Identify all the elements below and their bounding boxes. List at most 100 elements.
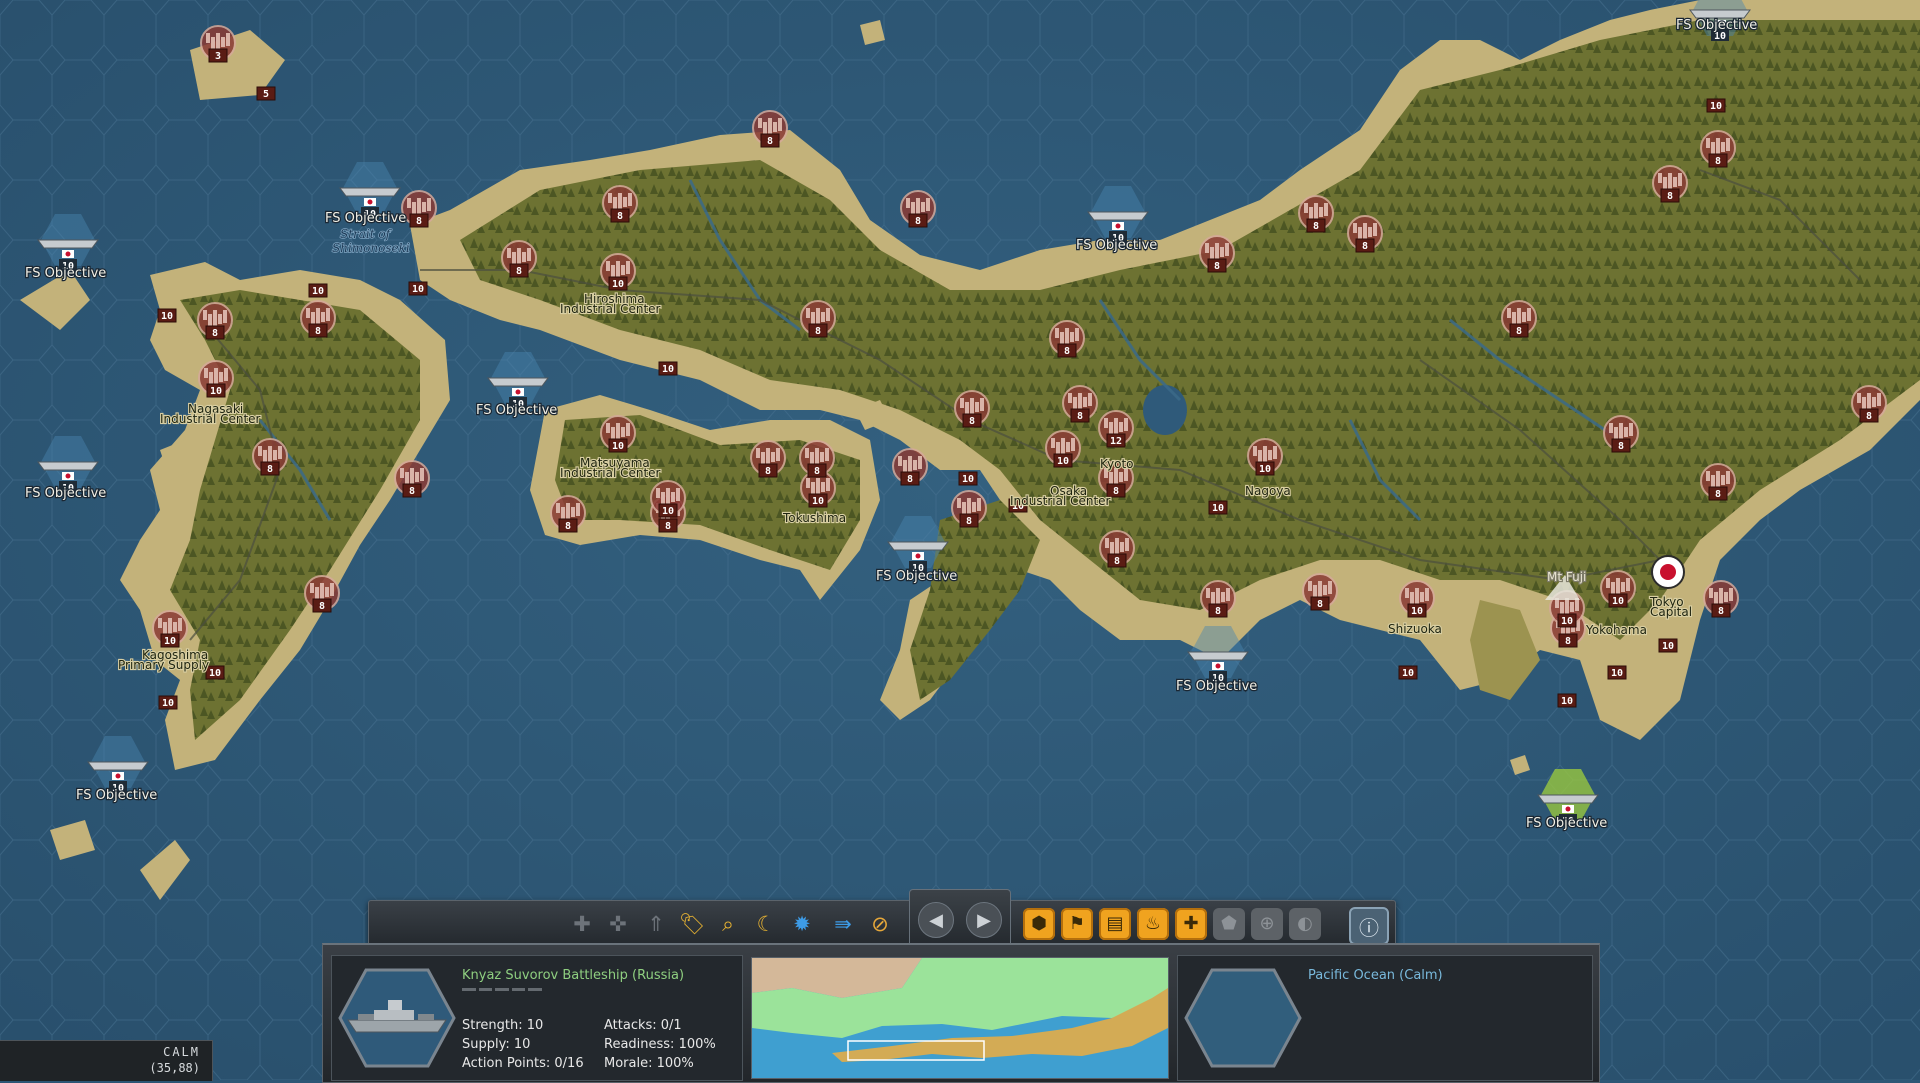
- unit-name: Knyaz Suvorov Battleship (Russia): [462, 968, 685, 983]
- unit-experience-bars: [462, 988, 542, 992]
- strait-label: Strait of: [340, 227, 393, 241]
- search-icon[interactable]: ⌕: [713, 909, 743, 939]
- night-icon[interactable]: ◐: [1289, 908, 1321, 940]
- unit-navigation: ◀ ▶: [909, 889, 1011, 947]
- objective-label: FS Objective: [476, 403, 557, 418]
- harbor-marker[interactable]: 10: [1398, 665, 1418, 680]
- unit-readiness: Readiness: 100%: [604, 1037, 716, 1052]
- unit-strength-label: 8: [516, 266, 522, 277]
- unit-supply: Supply: 10: [462, 1037, 531, 1052]
- info-icon[interactable]: ⓘ: [1349, 907, 1389, 945]
- unit-strength-label: 10: [612, 441, 624, 452]
- unit-strength-label: 8: [966, 516, 972, 527]
- unit-strength-label: 8: [1516, 326, 1522, 337]
- unit-strength-label: 8: [1113, 486, 1119, 497]
- bomb-icon[interactable]: ✹: [787, 909, 817, 939]
- city-label-nagoya: Nagoya: [1245, 484, 1291, 498]
- unit-strength-label: 10: [612, 279, 624, 290]
- previous-unit-icon[interactable]: ◀: [918, 902, 954, 938]
- fortify-icon[interactable]: ⬟: [1213, 908, 1245, 940]
- harbor-marker[interactable]: 10: [1706, 98, 1726, 113]
- objective-label: FS Objective: [1176, 679, 1257, 694]
- unit-details: Knyaz Suvorov Battleship (Russia) Streng…: [331, 955, 743, 1081]
- unit-strength-label: 10: [1612, 596, 1624, 607]
- unit-strength-label: 8: [1064, 346, 1070, 357]
- unit-strength-label: 8: [767, 136, 773, 147]
- unit-strength-label: 8: [1317, 599, 1323, 610]
- unit-strength-label: 10: [1259, 464, 1271, 475]
- city-sublabel-osaka: Industrial Center: [1010, 494, 1111, 508]
- unit-portrait[interactable]: [338, 968, 456, 1068]
- harbor-marker[interactable]: 10: [158, 695, 178, 710]
- city-sublabel-kagoshima: Primary Supply: [118, 658, 209, 672]
- status-box: CALM (35,88): [0, 1040, 213, 1081]
- unit-strength-label: 10: [1402, 668, 1414, 679]
- unit-strength-label: 10: [164, 636, 176, 647]
- tag-icon[interactable]: 🏷: [677, 909, 707, 939]
- harbor-marker[interactable]: 10: [1607, 665, 1627, 680]
- unit-strength-label: 8: [1214, 261, 1220, 272]
- unit-info-panel: Knyaz Suvorov Battleship (Russia) Streng…: [322, 943, 1600, 1083]
- unit-action-points: Action Points: 0/16: [462, 1056, 584, 1071]
- unit-strength-label: 8: [617, 211, 623, 222]
- unit-strength-label: 8: [1215, 606, 1221, 617]
- harbor-marker[interactable]: 10: [958, 471, 978, 486]
- minimap[interactable]: [751, 957, 1169, 1079]
- harbor-marker[interactable]: 10: [308, 283, 328, 298]
- moon-icon[interactable]: ☾: [751, 909, 781, 939]
- repair-icon[interactable]: ⊕: [1251, 908, 1283, 940]
- move-arrows-icon[interactable]: ⇛: [825, 909, 861, 939]
- city-label-shizuoka: Shizuoka: [1388, 622, 1442, 636]
- unit-strength-label: 8: [1718, 606, 1724, 617]
- production-icon[interactable]: ▤: [1099, 908, 1131, 940]
- strait-label-2: Shimonoseki: [332, 241, 410, 255]
- supply-icon[interactable]: ⚑: [1061, 908, 1093, 940]
- unit-strength-label: 8: [814, 466, 820, 477]
- harbor-marker[interactable]: 10: [157, 308, 177, 323]
- capital-roundel-icon[interactable]: [1651, 555, 1685, 589]
- cancel-icon[interactable]: ⊘: [865, 909, 895, 939]
- unit-strength-label: 8: [409, 486, 415, 497]
- unit-strength-label: 8: [1715, 156, 1721, 167]
- harbor-marker[interactable]: 10: [1557, 693, 1577, 708]
- unit-strength-label: 10: [1561, 696, 1573, 707]
- city-sublabel-hiroshima: Industrial Center: [560, 302, 661, 316]
- unit-attacks: Attacks: 0/1: [604, 1018, 682, 1033]
- harbor-marker[interactable]: 10: [658, 361, 678, 376]
- unit-strength-label: 8: [815, 326, 821, 337]
- plus-icon[interactable]: ✚: [567, 909, 597, 939]
- city-sublabel-matsuyama: Industrial Center: [560, 466, 661, 480]
- unit-strength-label: 10: [1057, 456, 1069, 467]
- upgrade-icon[interactable]: ⇑: [641, 909, 671, 939]
- objective-label: FS Objective: [1676, 18, 1757, 33]
- harbor-marker[interactable]: 10: [408, 281, 428, 296]
- unit-strength-label: 8: [969, 416, 975, 427]
- unit-morale: Morale: 100%: [604, 1056, 694, 1071]
- unit-strength-label: 8: [416, 216, 422, 227]
- unit-strength-label: 10: [161, 311, 173, 322]
- unit-strength-label: 10: [209, 668, 221, 679]
- unit-strength-label: 10: [412, 284, 424, 295]
- unit-strength-label: 8: [1667, 191, 1673, 202]
- reinforce-icon[interactable]: ✜: [603, 909, 633, 939]
- harbor-marker[interactable]: 5: [256, 86, 276, 101]
- unit-strength-label: 10: [1710, 101, 1722, 112]
- unit-strength-label: 8: [1715, 489, 1721, 500]
- unit-strength-label: 8: [319, 601, 325, 612]
- harbor-marker[interactable]: 10: [1658, 638, 1678, 653]
- city-label-kyoto: Kyoto: [1100, 457, 1134, 471]
- unit-strength-label: 8: [1618, 441, 1624, 452]
- unit-strength-label: 3: [215, 51, 221, 62]
- city-sublabel-tokyo: Capital: [1650, 605, 1692, 619]
- unit-strength-label: 10: [210, 386, 222, 397]
- hex-mode-icon[interactable]: ⬢: [1023, 908, 1055, 940]
- objective-label: FS Objective: [25, 486, 106, 501]
- unit-strength-label: 10: [1561, 616, 1573, 627]
- fire-icon[interactable]: ♨: [1137, 908, 1169, 940]
- unit-strength-label: 8: [1362, 241, 1368, 252]
- next-unit-icon[interactable]: ▶: [966, 902, 1002, 938]
- heal-icon[interactable]: ✚: [1175, 908, 1207, 940]
- unit-strength-label: 8: [1114, 556, 1120, 567]
- terrain-details: Pacific Ocean (Calm): [1177, 955, 1593, 1081]
- harbor-marker[interactable]: 10: [1208, 500, 1228, 515]
